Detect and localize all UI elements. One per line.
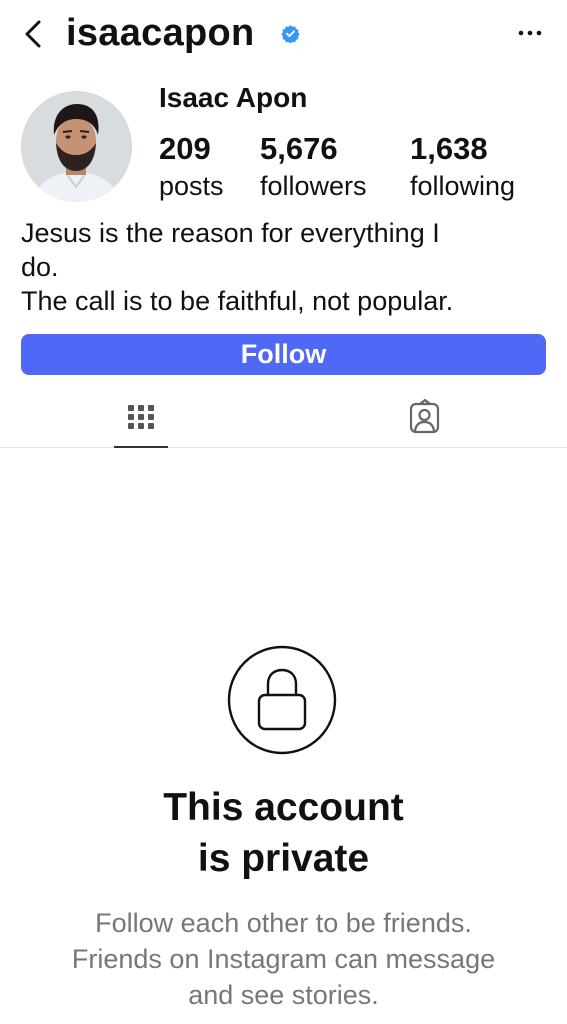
bio-line: do. bbox=[21, 252, 59, 282]
profile-page: isaacapon Isaac Apon 209 posts 5,676 fol… bbox=[0, 0, 567, 1024]
profile-avatar[interactable] bbox=[21, 91, 132, 202]
more-options-button[interactable] bbox=[516, 26, 544, 40]
posts-count: 209 bbox=[159, 131, 211, 166]
grid-icon bbox=[128, 405, 154, 429]
profile-bio: Jesus is the reason for everything I do.… bbox=[21, 216, 551, 318]
private-lock-badge bbox=[227, 645, 337, 755]
followers-count: 5,676 bbox=[260, 131, 338, 166]
stat-followers[interactable]: 5,676 followers bbox=[260, 128, 367, 204]
following-count: 1,638 bbox=[410, 131, 488, 166]
more-horizontal-icon bbox=[518, 30, 542, 36]
tagged-person-icon bbox=[409, 398, 440, 434]
bio-line: The call is to be faithful, not popular. bbox=[21, 286, 454, 316]
top-bar: isaacapon bbox=[0, 0, 567, 70]
profile-username: isaacapon bbox=[66, 12, 255, 54]
lock-icon bbox=[227, 645, 337, 755]
follow-button[interactable]: Follow bbox=[21, 334, 546, 375]
followers-label: followers bbox=[260, 171, 367, 201]
chevron-left-icon bbox=[25, 20, 41, 48]
tab-tagged[interactable] bbox=[398, 392, 452, 447]
verified-badge-icon bbox=[281, 24, 300, 44]
private-title-line: This account bbox=[163, 786, 404, 829]
tab-grid[interactable] bbox=[114, 392, 168, 448]
private-subtitle-line: and see stories. bbox=[188, 980, 379, 1010]
private-account-title: This account is private bbox=[0, 782, 567, 884]
stat-posts: 209 posts bbox=[159, 128, 224, 204]
active-tab-indicator bbox=[114, 446, 168, 448]
profile-tabs bbox=[0, 392, 567, 448]
back-button[interactable] bbox=[18, 14, 50, 54]
following-label: following bbox=[410, 171, 516, 201]
posts-label: posts bbox=[159, 171, 224, 201]
private-subtitle-line: Follow each other to be friends. bbox=[95, 908, 472, 938]
stat-following[interactable]: 1,638 following bbox=[410, 128, 515, 204]
private-account-subtitle: Follow each other to be friends. Friends… bbox=[0, 905, 567, 1013]
bio-line: Jesus is the reason for everything I bbox=[21, 218, 440, 248]
private-subtitle-line: Friends on Instagram can message bbox=[71, 944, 496, 974]
private-title-line: is private bbox=[197, 837, 370, 880]
profile-full-name: Isaac Apon bbox=[159, 82, 308, 113]
